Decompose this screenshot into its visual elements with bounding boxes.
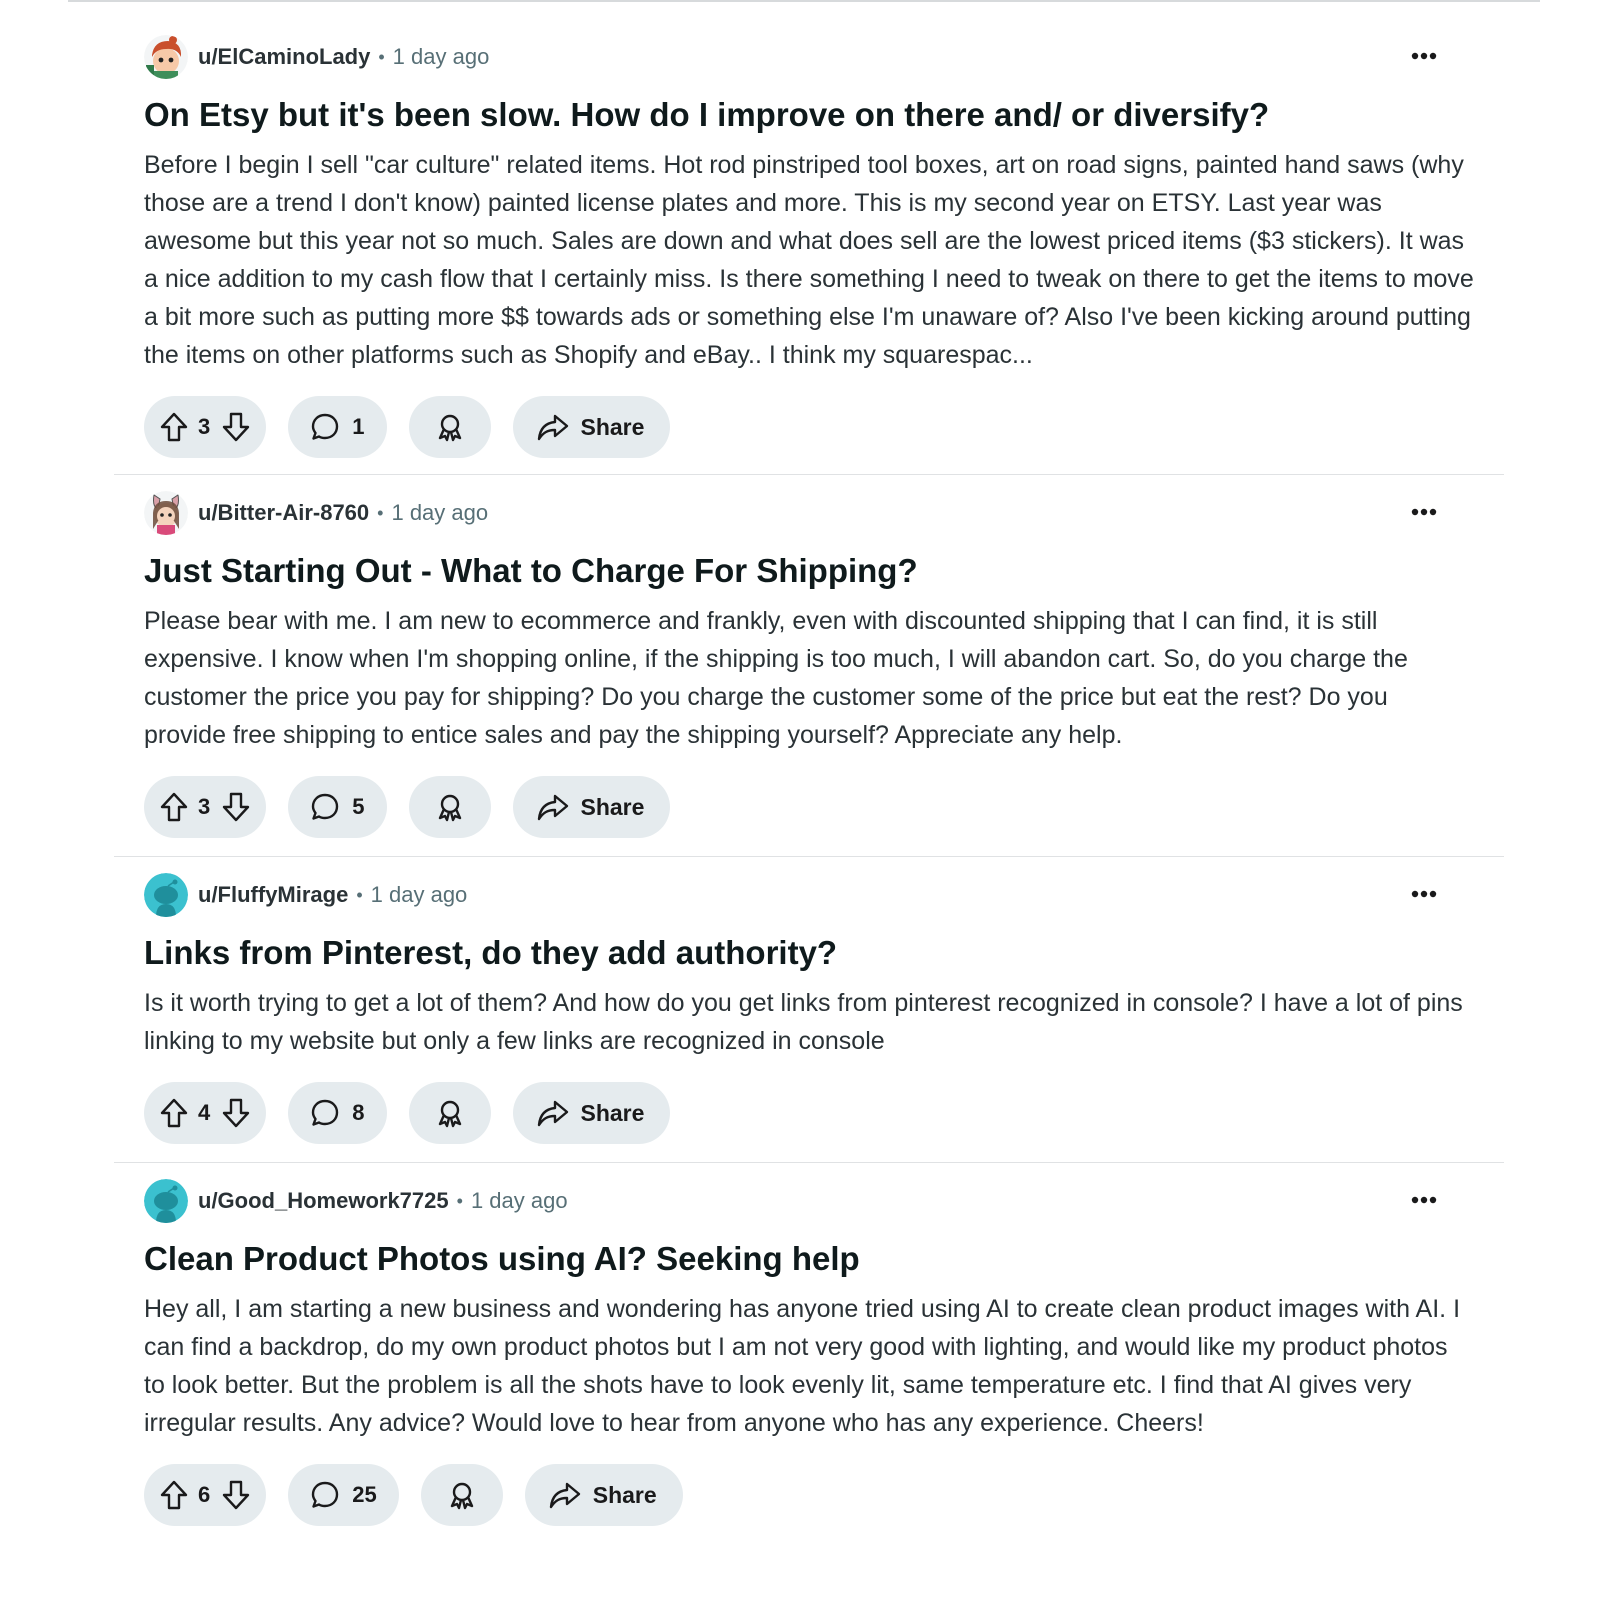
vote-count: 3 xyxy=(198,794,211,819)
award-icon xyxy=(435,1098,465,1128)
award-button[interactable] xyxy=(408,1082,491,1144)
post-card[interactable]: u/Good_Homework7725 • 1 day ago Clean Pr… xyxy=(144,1178,1474,1526)
post-time: 1 day ago xyxy=(392,44,490,69)
award-button[interactable] xyxy=(420,1464,503,1526)
meta-separator: • xyxy=(377,502,384,523)
comment-count: 25 xyxy=(352,1482,377,1507)
post-body[interactable]: Hey all, I am starting a new business an… xyxy=(144,1290,1474,1442)
post-body[interactable]: Before I begin I sell "car culture" rela… xyxy=(144,146,1474,374)
post-card[interactable]: u/Bitter-Air-8760 • 1 day ago Just Start… xyxy=(144,490,1474,838)
post-body[interactable]: Please bear with me. I am new to ecommer… xyxy=(144,602,1474,754)
post-time: 1 day ago xyxy=(470,1188,568,1213)
post-card[interactable]: u/ElCaminoLady • 1 day ago On Etsy but i… xyxy=(144,34,1474,458)
share-button[interactable]: Share xyxy=(512,776,671,838)
vote-count: 4 xyxy=(198,1100,211,1125)
downvote-icon[interactable] xyxy=(220,791,252,823)
meta-separator: • xyxy=(378,46,385,67)
comments-button[interactable]: 1 xyxy=(288,396,387,458)
comments-button[interactable]: 25 xyxy=(288,1464,399,1526)
avatar[interactable] xyxy=(144,491,188,535)
comment-count: 8 xyxy=(352,1100,365,1125)
post-meta: u/FluffyMirage • 1 day ago xyxy=(144,872,1474,918)
more-options-icon[interactable] xyxy=(1406,878,1442,910)
share-button[interactable]: Share xyxy=(512,1082,671,1144)
comment-icon xyxy=(310,412,340,442)
award-button[interactable] xyxy=(408,776,491,838)
post-body[interactable]: Is it worth trying to get a lot of them?… xyxy=(144,984,1474,1060)
avatar[interactable] xyxy=(144,873,188,917)
post-divider xyxy=(114,1162,1504,1163)
post-time: 1 day ago xyxy=(370,882,468,907)
award-icon xyxy=(435,412,465,442)
downvote-icon[interactable] xyxy=(220,411,252,443)
comment-icon xyxy=(310,792,340,822)
comment-count: 5 xyxy=(352,794,365,819)
vote-control: 6 xyxy=(144,1464,267,1526)
share-label: Share xyxy=(592,1481,657,1508)
post-title[interactable]: Links from Pinterest, do they add author… xyxy=(144,932,1474,974)
share-icon xyxy=(537,792,569,822)
more-options-icon[interactable] xyxy=(1406,496,1442,528)
share-label: Share xyxy=(580,793,645,820)
avatar[interactable] xyxy=(144,1179,188,1223)
post-card[interactable]: u/FluffyMirage • 1 day ago Links from Pi… xyxy=(144,872,1474,1144)
share-button[interactable]: Share xyxy=(512,396,671,458)
post-meta: u/Bitter-Air-8760 • 1 day ago xyxy=(144,490,1474,536)
share-icon xyxy=(537,412,569,442)
meta-separator: • xyxy=(356,884,363,905)
vote-control: 4 xyxy=(144,1082,267,1144)
downvote-icon[interactable] xyxy=(220,1479,252,1511)
comments-button[interactable]: 8 xyxy=(288,1082,387,1144)
comment-count: 1 xyxy=(352,414,365,439)
upvote-icon[interactable] xyxy=(158,1097,190,1129)
post-actions: 6 25 Share xyxy=(144,1464,1474,1526)
vote-control: 3 xyxy=(144,776,267,838)
award-button[interactable] xyxy=(408,396,491,458)
post-divider xyxy=(114,856,1504,857)
more-options-icon[interactable] xyxy=(1406,1184,1442,1216)
upvote-icon[interactable] xyxy=(158,1479,190,1511)
share-icon xyxy=(537,1098,569,1128)
post-actions: 4 8 Share xyxy=(144,1082,1474,1144)
post-meta: u/Good_Homework7725 • 1 day ago xyxy=(144,1178,1474,1224)
comment-icon xyxy=(310,1098,340,1128)
post-title[interactable]: On Etsy but it's been slow. How do I imp… xyxy=(144,94,1474,136)
avatar[interactable] xyxy=(144,35,188,79)
share-label: Share xyxy=(580,1099,645,1126)
vote-count: 3 xyxy=(198,414,211,439)
post-title[interactable]: Just Starting Out - What to Charge For S… xyxy=(144,550,1474,592)
post-time: 1 day ago xyxy=(391,500,489,525)
meta-separator: • xyxy=(456,1190,463,1211)
post-divider xyxy=(114,474,1504,475)
comment-icon xyxy=(310,1480,340,1510)
post-meta: u/ElCaminoLady • 1 day ago xyxy=(144,34,1474,80)
post-author[interactable]: u/ElCaminoLady xyxy=(198,44,370,70)
share-button[interactable]: Share xyxy=(524,1464,683,1526)
award-icon xyxy=(447,1480,477,1510)
comments-button[interactable]: 5 xyxy=(288,776,387,838)
post-author[interactable]: u/Good_Homework7725 xyxy=(198,1188,449,1214)
post-author[interactable]: u/FluffyMirage xyxy=(198,882,348,908)
share-label: Share xyxy=(580,413,645,440)
post-author[interactable]: u/Bitter-Air-8760 xyxy=(198,500,369,526)
downvote-icon[interactable] xyxy=(220,1097,252,1129)
post-title[interactable]: Clean Product Photos using AI? Seeking h… xyxy=(144,1238,1474,1280)
vote-control: 3 xyxy=(144,396,267,458)
top-divider xyxy=(68,0,1540,2)
share-icon xyxy=(549,1480,581,1510)
post-actions: 3 1 Share xyxy=(144,396,1474,458)
upvote-icon[interactable] xyxy=(158,791,190,823)
more-options-icon[interactable] xyxy=(1406,40,1442,72)
upvote-icon[interactable] xyxy=(158,411,190,443)
award-icon xyxy=(435,792,465,822)
post-actions: 3 5 Share xyxy=(144,776,1474,838)
vote-count: 6 xyxy=(198,1482,211,1507)
